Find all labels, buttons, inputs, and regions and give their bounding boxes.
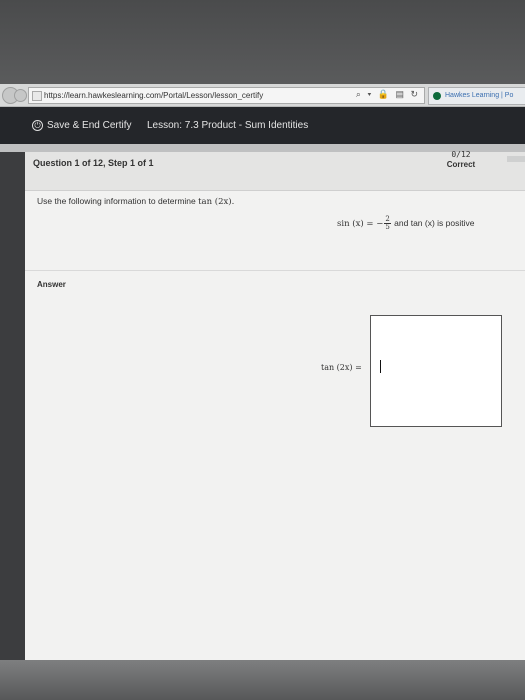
- score-status: Correct: [446, 160, 476, 169]
- save-end-certify-button[interactable]: Save & End Certify: [47, 120, 131, 131]
- forward-button[interactable]: [14, 89, 27, 102]
- question-prompt: Use the following information to determi…: [37, 196, 234, 207]
- prompt-text: Use the following information to determi…: [37, 196, 199, 206]
- header-strip: [507, 156, 525, 162]
- prompt-expression: tan (2x).: [198, 197, 235, 207]
- text-cursor: [380, 360, 381, 373]
- question-title: Question 1 of 12, Step 1 of 1: [33, 158, 154, 168]
- address-bar[interactable]: https://learn.hawkeslearning.com/Portal/…: [28, 87, 425, 104]
- given-fraction: 25: [384, 216, 391, 231]
- given-condition: and tan (x) is positive: [391, 217, 475, 228]
- browser-toolbar: https://learn.hawkeslearning.com/Portal/…: [0, 84, 525, 107]
- tab-title: Hawkes Learning | Po: [445, 92, 514, 99]
- given-information: sin (x) = −2 5 and tan (x) is positive: [337, 216, 475, 231]
- score-box: 0/12 Correct: [435, 150, 487, 170]
- lesson-title: Lesson: 7.3 Product - Sum Identities: [147, 120, 309, 131]
- monitor-bezel-top: [0, 0, 525, 84]
- hawkes-logo-icon: [433, 92, 441, 100]
- question-header: Question 1 of 12, Step 1 of 1 0/12 Corre…: [25, 150, 525, 191]
- score-count: 0/12: [451, 150, 471, 159]
- answer-divider: [25, 270, 525, 271]
- page-favicon-icon: [32, 91, 42, 101]
- monitor-bezel-bottom: [0, 660, 525, 700]
- address-bar-icons[interactable]: ⌕ ▾ 🔒 ▤ ↻: [356, 89, 420, 100]
- answer-input[interactable]: [370, 315, 502, 427]
- answer-input-label: tan (2x) =: [321, 363, 362, 372]
- app-header: ⏻ Save & End Certify Lesson: 7.3 Product…: [0, 107, 525, 144]
- power-icon[interactable]: ⏻: [32, 120, 43, 131]
- given-sin: sin (x) = −: [337, 218, 384, 229]
- browser-tab[interactable]: Hawkes Learning | Po: [428, 87, 525, 105]
- fraction-denominator: 5: [385, 223, 390, 231]
- question-panel: Question 1 of 12, Step 1 of 1 0/12 Corre…: [25, 150, 525, 660]
- answer-section-label: Answer: [37, 280, 66, 289]
- url-text: https://learn.hawkeslearning.com/Portal/…: [44, 91, 264, 100]
